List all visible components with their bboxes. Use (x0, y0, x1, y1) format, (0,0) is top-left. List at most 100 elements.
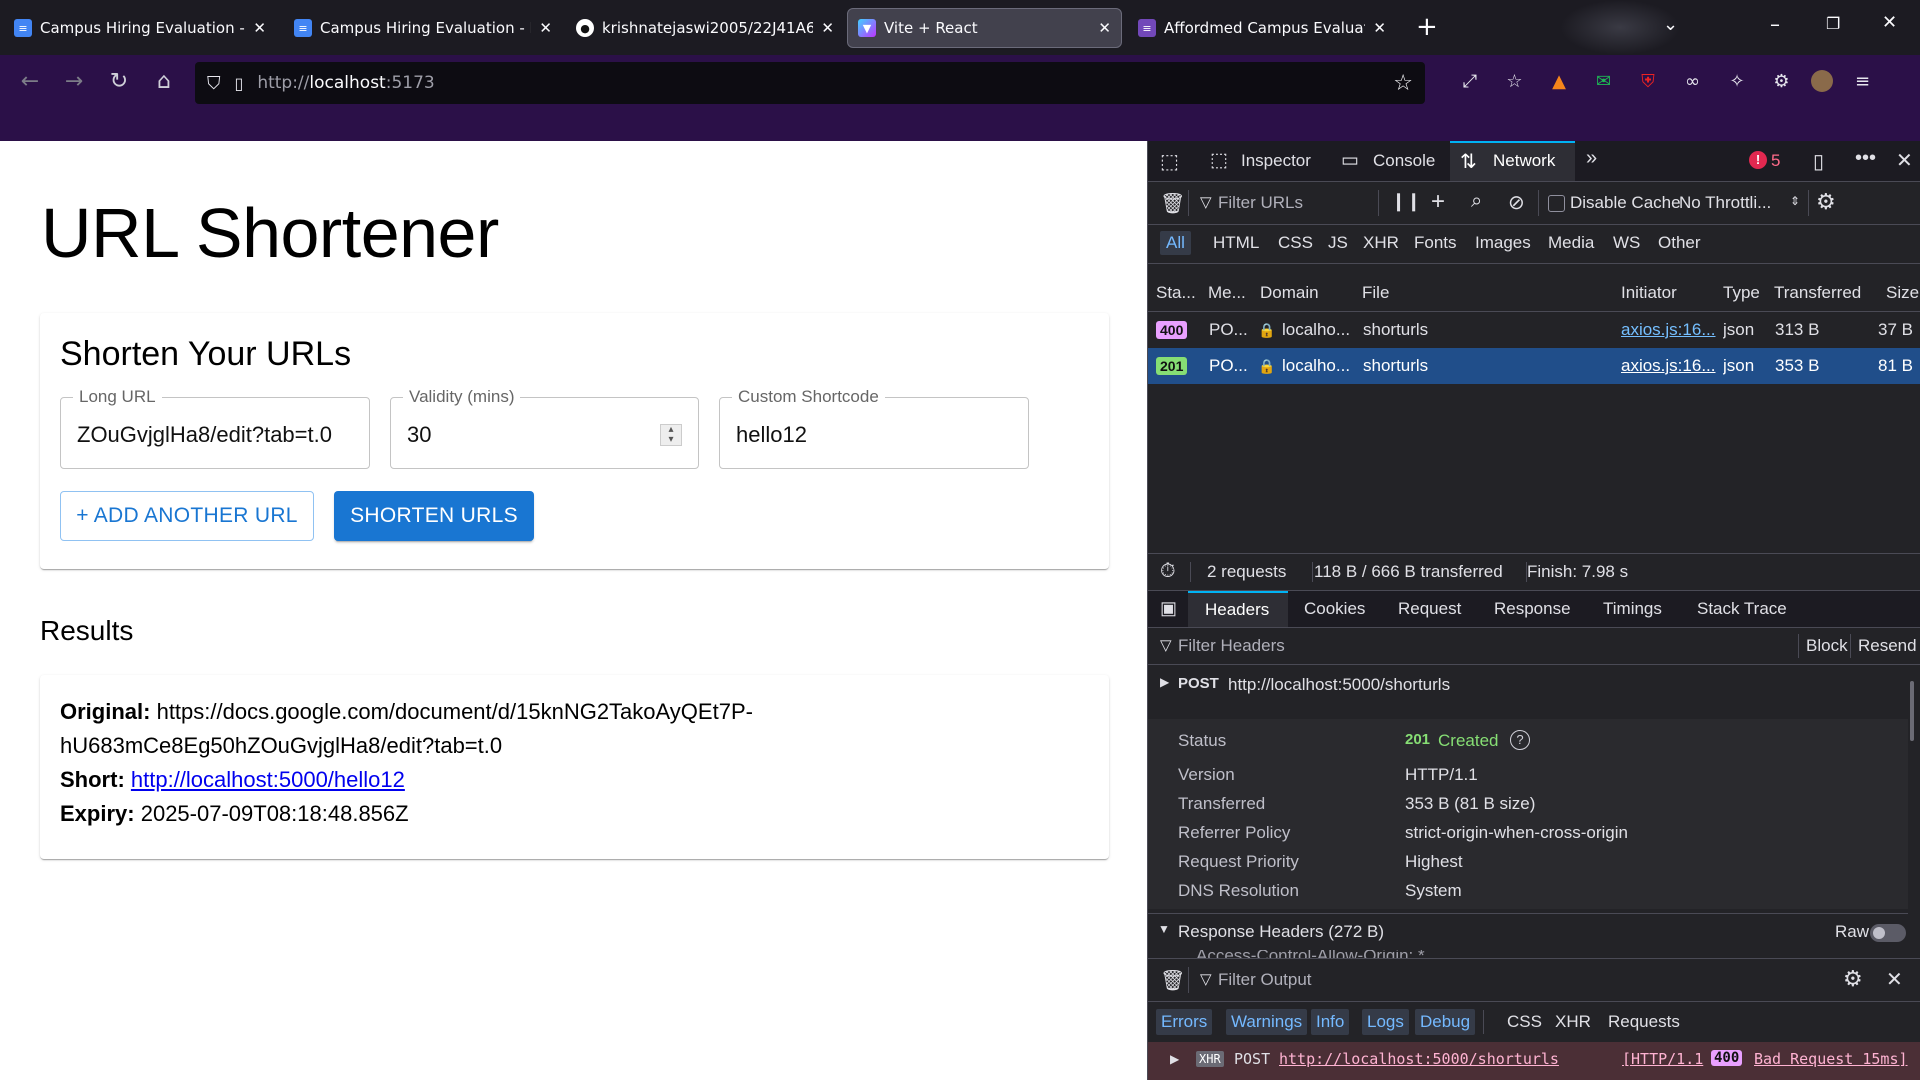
filter-logs[interactable]: Logs (1362, 1009, 1409, 1035)
column-transferred[interactable]: Transferred (1774, 275, 1874, 311)
close-tab-icon[interactable]: ✕ (253, 19, 266, 37)
add-url-button[interactable]: + ADD ANOTHER URL (60, 491, 314, 541)
close-devtools-icon[interactable]: ✕ (1896, 148, 1913, 173)
console-log-row[interactable]: ▶ XHR POST http://localhost:5000/shortur… (1148, 1042, 1920, 1080)
clear-trash-icon[interactable]: 🗑 (1160, 191, 1185, 216)
column-domain[interactable]: Domain (1260, 275, 1340, 311)
request-row-selected[interactable]: 201 PO... 🔒 localho... shorturls axios.j… (1148, 348, 1920, 384)
tab-response[interactable]: Response (1494, 599, 1571, 619)
throttling-select[interactable]: No Throttli... (1679, 193, 1771, 213)
filter-xhr[interactable]: XHR (1555, 1012, 1591, 1032)
expand-log-icon[interactable]: ▶ (1170, 1052, 1179, 1066)
close-console-icon[interactable]: ✕ (1886, 967, 1903, 992)
new-tab-icon[interactable]: + (1416, 12, 1438, 42)
close-tab-icon[interactable]: ✕ (539, 19, 552, 37)
browser-tab[interactable]: ≡ Affordmed Campus Evaluation ✕ (1128, 8, 1396, 48)
block-button[interactable]: Block (1806, 636, 1848, 656)
menu-icon[interactable]: ≡ (1848, 66, 1878, 96)
help-icon[interactable]: ? (1510, 730, 1530, 750)
clear-console-icon[interactable]: 🗑 (1160, 968, 1185, 993)
close-tab-icon[interactable]: ✕ (1373, 19, 1386, 37)
request-row[interactable]: 400 PO... 🔒 localho... shorturls axios.j… (1148, 312, 1920, 348)
settings-gear-icon[interactable]: ⚙ (1767, 66, 1797, 96)
response-headers-section[interactable]: ▼ Response Headers (272 B) Raw (1148, 914, 1920, 950)
filter-html[interactable]: HTML (1213, 233, 1259, 253)
dock-icon[interactable]: ▯ (1813, 149, 1824, 174)
ublock-icon[interactable]: ⛨ (1633, 66, 1663, 96)
error-count[interactable]: 5 (1771, 151, 1780, 171)
tab-inspector[interactable]: Inspector (1241, 151, 1311, 171)
metamask-icon[interactable]: ▲ (1544, 66, 1574, 96)
column-method[interactable]: Me... (1208, 275, 1250, 311)
column-initiator[interactable]: Initiator (1621, 275, 1701, 311)
close-tab-icon[interactable]: ✕ (821, 19, 834, 37)
email-extension-icon[interactable]: ✉ (1589, 66, 1619, 96)
filter-css[interactable]: CSS (1278, 233, 1313, 253)
reload-icon[interactable]: ↻ (101, 63, 137, 99)
browser-tab[interactable]: ≡ Campus Hiring Evaluation - Pre ✕ (4, 8, 276, 48)
close-tab-icon[interactable]: ✕ (1098, 19, 1111, 37)
request-initiator[interactable]: axios.js:16... (1621, 348, 1716, 384)
log-protocol[interactable]: [HTTP/1.1 (1622, 1050, 1703, 1068)
error-icon[interactable]: ! (1749, 151, 1767, 169)
filter-output-input[interactable]: Filter Output (1218, 970, 1312, 990)
url-text[interactable]: http://localhost:5173 (257, 73, 434, 93)
inspector-icon[interactable]: ⬚ (1210, 149, 1228, 172)
resend-button[interactable]: Resend (1858, 636, 1917, 656)
tab-headers[interactable]: Headers (1188, 591, 1288, 627)
list-all-tabs-icon[interactable]: ⌄ (1663, 14, 1678, 35)
column-file[interactable]: File (1362, 275, 1442, 311)
collapse-triangle-icon[interactable]: ▼ (1158, 922, 1170, 936)
filter-debug[interactable]: Debug (1415, 1009, 1476, 1035)
filter-xhr[interactable]: XHR (1363, 233, 1399, 253)
network-settings-icon[interactable]: ⚙ (1816, 189, 1836, 215)
home-icon[interactable]: ⌂ (146, 63, 182, 99)
restore-icon[interactable]: ❐ (1826, 14, 1840, 33)
filter-urls-input[interactable]: Filter URLs (1218, 193, 1303, 213)
filter-other[interactable]: Other (1658, 233, 1701, 253)
bookmark-star-icon[interactable]: ☆ (1393, 71, 1413, 96)
search-icon[interactable]: ⌕ (1471, 190, 1482, 213)
forward-icon[interactable]: → (56, 63, 92, 99)
avatar[interactable] (1811, 70, 1833, 92)
raw-toggle[interactable] (1870, 924, 1906, 942)
tab-timings[interactable]: Timings (1603, 599, 1662, 619)
expand-triangle-icon[interactable]: ▶ (1160, 675, 1169, 689)
more-tools-icon[interactable]: » (1586, 147, 1597, 170)
shortcode-input[interactable]: hello12 (736, 422, 807, 448)
scrollbar-thumb[interactable] (1910, 681, 1914, 741)
filter-images[interactable]: Images (1475, 233, 1531, 253)
shortcode-field[interactable]: Custom Shortcode hello12 (719, 387, 1029, 469)
long-url-field[interactable]: Long URL ZOuGvjglHa8/edit?tab=t.0 (60, 387, 370, 469)
pause-icon[interactable]: ❙❙ (1391, 191, 1421, 212)
log-status-text[interactable]: Bad Request 15ms] (1754, 1050, 1908, 1068)
console-settings-icon[interactable]: ⚙ (1843, 966, 1863, 992)
filter-headers-input[interactable]: Filter Headers (1178, 636, 1285, 656)
request-summary-line[interactable]: ▶ POST http://localhost:5000/shorturls (1148, 665, 1920, 705)
browser-tab[interactable]: ● krishnatejaswi2005/22J41A67E9 ✕ (566, 8, 844, 48)
console-icon[interactable]: ▭ (1341, 149, 1359, 172)
filter-fonts[interactable]: Fonts (1414, 233, 1457, 253)
column-size[interactable]: Size (1886, 275, 1920, 311)
column-type[interactable]: Type (1723, 275, 1763, 311)
url-bar[interactable]: ⛉ ▯ http://localhost:5173 ☆ (195, 62, 1425, 104)
filter-info[interactable]: Info (1311, 1009, 1350, 1035)
column-status[interactable]: Sta... (1156, 275, 1198, 311)
pick-element-icon[interactable]: ⬚ (1160, 149, 1179, 174)
tab-request[interactable]: Request (1398, 599, 1461, 619)
tab-network[interactable]: ⇅ Network (1450, 141, 1575, 181)
disable-cache-checkbox[interactable] (1548, 195, 1565, 212)
tab-stack-trace[interactable]: Stack Trace (1697, 599, 1787, 619)
block-icon[interactable]: ⊘ (1508, 190, 1525, 215)
filter-warnings[interactable]: Warnings (1226, 1009, 1308, 1035)
spinner-icon[interactable]: ▴ ▾ (660, 424, 682, 446)
short-url-link[interactable]: http://localhost:5000/hello12 (131, 767, 405, 792)
filter-all[interactable]: All (1160, 231, 1191, 255)
minimize-icon[interactable]: – (1770, 12, 1780, 36)
fullscreen-icon[interactable]: ⤢ (1455, 66, 1485, 96)
extensions-icon[interactable]: ✧ (1722, 66, 1752, 96)
filter-errors[interactable]: Errors (1156, 1009, 1213, 1035)
validity-input[interactable]: 30 (407, 422, 431, 448)
filter-media[interactable]: Media (1548, 233, 1594, 253)
long-url-input[interactable]: ZOuGvjglHa8/edit?tab=t.0 (77, 422, 355, 448)
